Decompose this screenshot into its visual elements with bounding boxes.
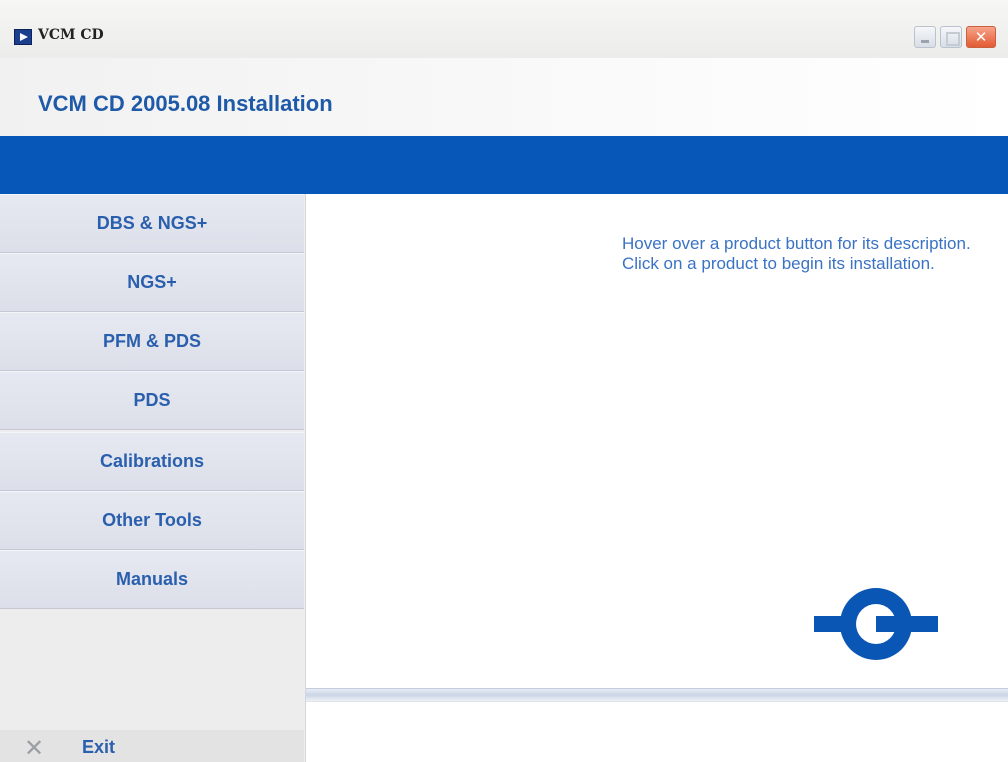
product-button-label: NGS+ (127, 272, 177, 292)
exit-label: Exit (82, 737, 116, 757)
window-title: VCM CD (38, 27, 104, 43)
product-button-label: PDS (133, 390, 171, 410)
exit-button[interactable]: ✕ Exit (0, 730, 304, 762)
product-button-manuals[interactable]: Manuals (0, 550, 304, 609)
minimize-button[interactable] (914, 26, 936, 48)
header-band (0, 136, 1008, 194)
product-button-label: DBS & NGS+ (96, 213, 208, 233)
title-bar[interactable]: VCM CD (0, 0, 1008, 58)
divider (306, 688, 1008, 702)
main-panel: Hover over a product button for its desc… (306, 194, 1008, 762)
product-button-dbs-ngs[interactable]: DBS & NGS+ (0, 194, 304, 253)
product-button-calibrations[interactable]: Calibrations (0, 432, 304, 491)
company-logo-icon (814, 588, 938, 660)
product-button-pds[interactable]: PDS (0, 371, 304, 430)
app-icon (14, 29, 32, 45)
close-button[interactable] (966, 26, 996, 48)
description-text: Hover over a product button for its desc… (622, 234, 971, 273)
header: VCM CD 2005.08 Installation (0, 58, 1008, 136)
close-x-icon: ✕ (24, 734, 45, 762)
product-button-label: Manuals (115, 569, 189, 589)
product-button-pfm-pds[interactable]: PFM & PDS (0, 312, 304, 371)
product-button-label: PFM & PDS (102, 331, 201, 351)
page-title: VCM CD 2005.08 Installation (38, 91, 333, 116)
product-button-label: Calibrations (99, 451, 205, 471)
sidebar: DBS & NGS+ NGS+ PFM & PDS PDS Calibratio… (0, 194, 306, 762)
product-button-label: Other Tools (102, 510, 202, 530)
product-button-ngs[interactable]: NGS+ (0, 253, 304, 312)
product-button-other-tools[interactable]: Other Tools (0, 491, 304, 550)
maximize-button[interactable] (940, 26, 962, 48)
